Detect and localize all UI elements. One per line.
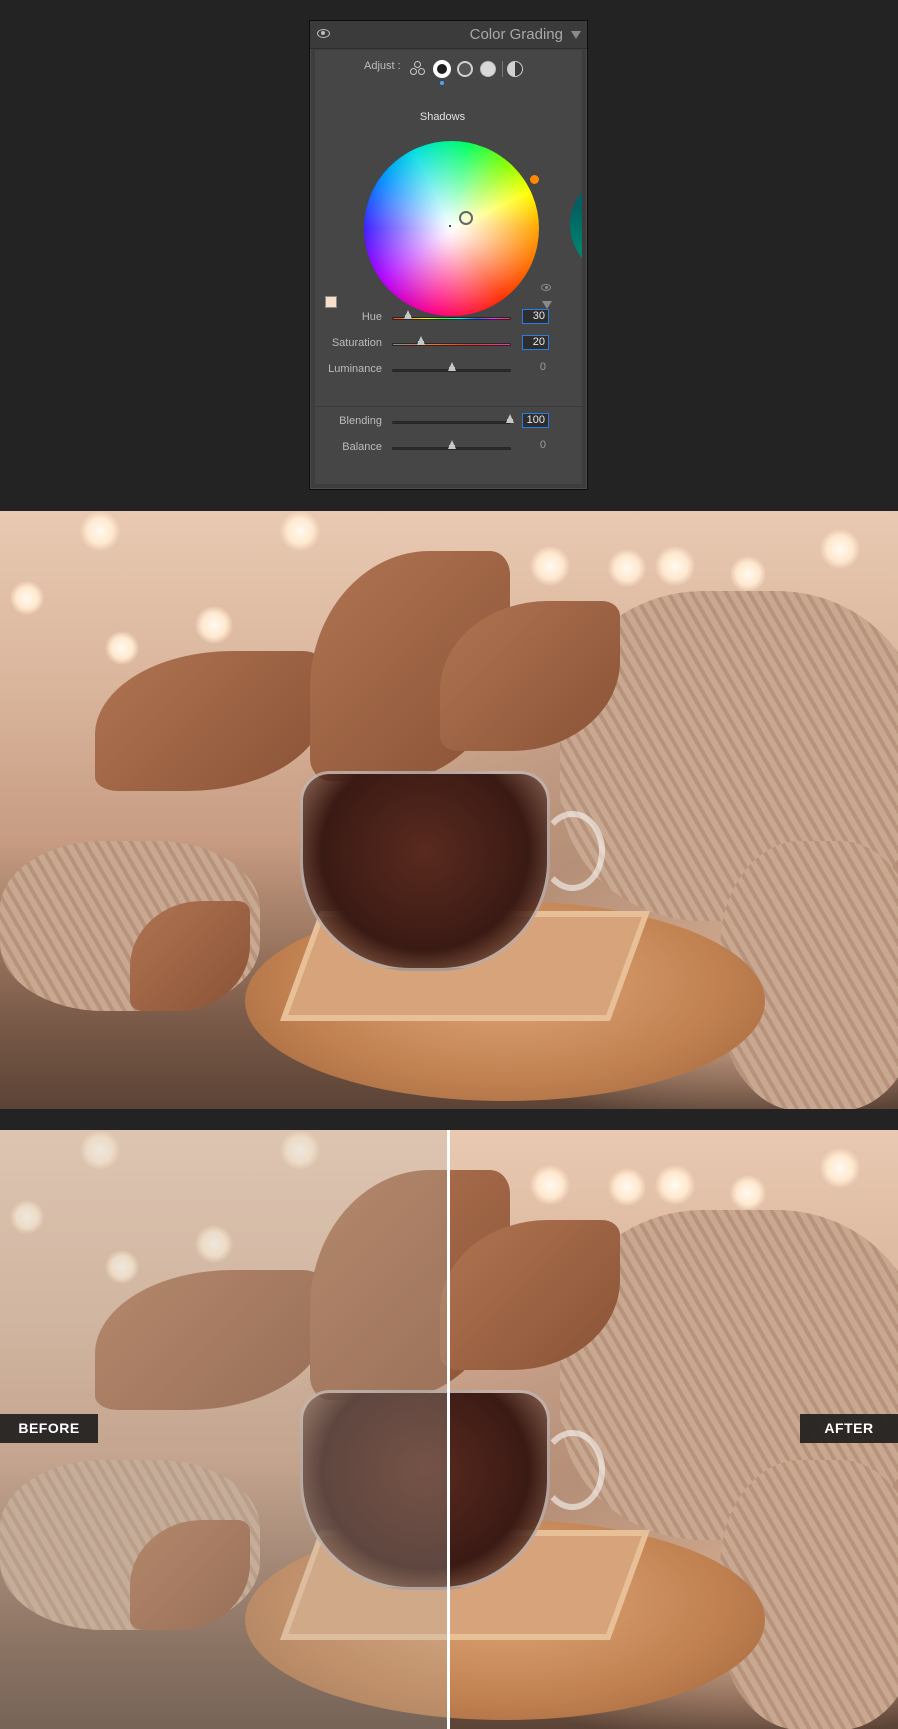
cup-handle [540,1430,605,1510]
three-way-mode-icon[interactable] [410,61,426,77]
bokeh-light [730,1175,766,1211]
hue-slider-thumb[interactable] [404,310,412,319]
glass-tea-cup [300,771,550,971]
saturation-slider-track[interactable] [392,343,511,346]
balance-label: Balance [342,441,382,453]
panel-header: Color Grading [310,21,587,49]
blending-slider-row: Blending 100 [315,413,582,431]
panel-menu-triangle-icon[interactable] [571,31,581,39]
expand-triangle-icon[interactable] [542,301,552,309]
dry-leaf [95,651,325,791]
global-mode-icon[interactable] [507,61,523,77]
saturation-slider-thumb[interactable] [417,336,425,345]
shadows-mode-icon[interactable] [433,60,451,78]
bokeh-light [280,511,320,551]
color-swatch[interactable] [325,296,337,308]
color-grading-panel: Color Grading Adjust : Shadows Hue 30 Sa… [309,20,588,490]
balance-slider-thumb[interactable] [448,440,456,449]
shadows-color-wheel[interactable] [364,141,539,316]
bokeh-light [80,511,120,551]
hue-value-field[interactable]: 30 [522,309,549,324]
reveal-eye-icon[interactable] [541,284,551,291]
mode-separator [502,61,503,77]
balance-slider-row: Balance 0 [315,439,582,457]
bokeh-light [820,1148,860,1188]
hue-label: Hue [361,311,382,323]
blending-slider-thumb[interactable] [506,414,514,423]
luminance-slider-row: Luminance 0 [315,361,582,379]
bokeh-light [105,631,139,665]
highlights-mode-icon[interactable] [480,61,496,77]
bokeh-light [730,556,766,592]
bokeh-light [195,606,233,644]
luminance-value-field[interactable]: 0 [522,361,549,376]
after-label: AFTER [800,1414,898,1443]
bokeh-light [608,1168,646,1206]
saturation-value-field[interactable]: 20 [522,335,549,350]
hue-marker-dot[interactable] [530,175,539,184]
cup-handle [540,811,605,891]
blending-slider-track[interactable] [392,421,511,424]
after-photo [0,511,898,1109]
wheel-label: Shadows [419,111,466,123]
bokeh-light [10,581,44,615]
blending-value-field[interactable]: 100 [522,413,549,428]
adjacent-wheel-edge [570,170,582,280]
wheel-center-dot [449,225,451,227]
panel-body: Adjust : Shadows Hue 30 Saturation 20 Lu… [315,50,582,484]
bokeh-light [530,546,570,586]
saturation-label: Saturation [331,337,382,349]
bokeh-light [655,1165,695,1205]
hue-slider-row: Hue 30 [315,309,582,327]
luminance-slider-thumb[interactable] [448,362,456,371]
panel-title: Color Grading [469,26,563,43]
split-divider-handle[interactable] [447,1130,450,1729]
selected-mode-indicator [440,81,444,85]
saturation-slider-row: Saturation 20 [315,335,582,353]
balance-value-field[interactable]: 0 [522,439,549,454]
section-divider [315,406,582,407]
bokeh-light [655,546,695,586]
midtones-mode-icon[interactable] [457,61,473,77]
bokeh-light [530,1165,570,1205]
bokeh-light [608,549,646,587]
bokeh-light [820,529,860,569]
before-label: BEFORE [0,1414,98,1443]
blending-label: Blending [339,415,382,427]
luminance-label: Luminance [328,363,382,375]
before-after-photo: BEFORE AFTER [0,1130,898,1729]
adjust-label: Adjust : [364,60,401,72]
wheel-handle[interactable] [459,211,473,225]
eye-icon[interactable] [317,29,330,38]
